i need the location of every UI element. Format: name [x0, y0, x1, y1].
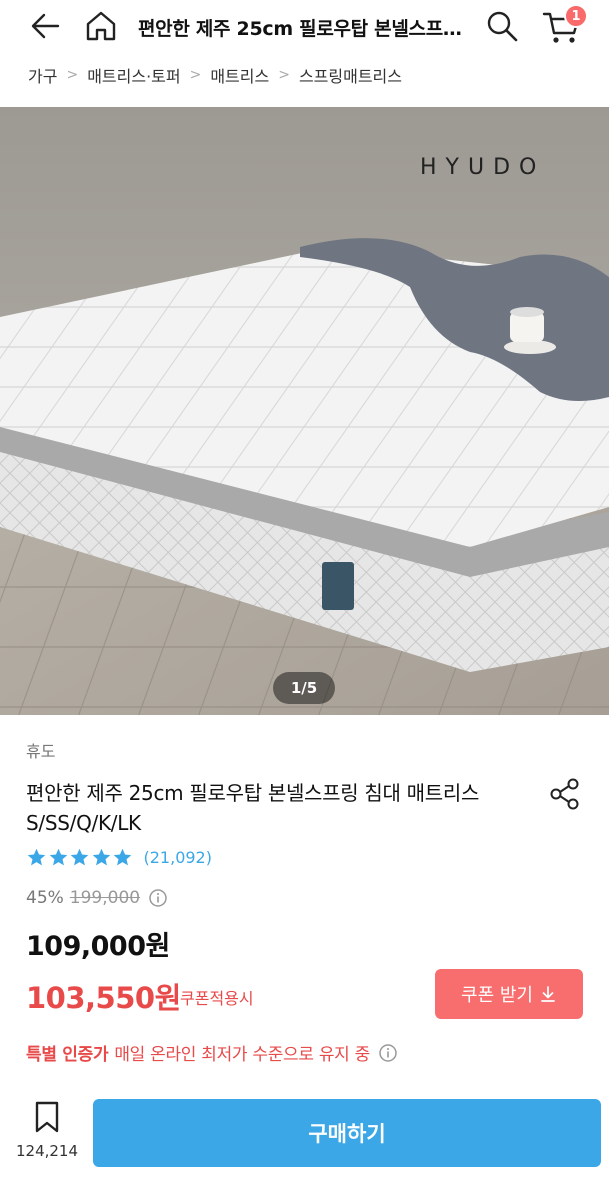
download-icon	[541, 986, 555, 1002]
breadcrumb-item[interactable]: 스프링매트리스	[299, 63, 402, 87]
home-icon	[86, 11, 116, 41]
rating[interactable]: (21,092)	[26, 847, 212, 868]
discount-row: 45% 199,000	[26, 888, 168, 908]
mattress-photo	[0, 107, 609, 715]
certified-price-notice: 특별 인증가 매일 온라인 최저가 수준으로 유지 중	[26, 1040, 398, 1065]
star-icon	[49, 848, 67, 866]
certify-label: 특별 인증가	[26, 1045, 109, 1065]
breadcrumb-item[interactable]: 매트리스·토퍼	[87, 63, 180, 87]
star-icon	[70, 848, 89, 866]
back-button[interactable]	[26, 6, 66, 46]
breadcrumb-item[interactable]: 가구	[28, 63, 57, 87]
share-icon	[550, 778, 579, 810]
chevron-right-icon: >	[189, 67, 202, 83]
chevron-right-icon: >	[278, 67, 290, 83]
brand-watermark: HYUDO	[420, 155, 546, 180]
cart-count-badge: 1	[564, 4, 588, 28]
chevron-right-icon: >	[66, 67, 79, 83]
top-app-bar: 편안한 제주 25cm 필로우탑 본넬스프링 침대 매트리스 S/SS/Q/K/…	[0, 0, 609, 55]
cart-button[interactable]: 1	[538, 4, 588, 48]
star-icon	[92, 848, 110, 866]
discount-rate: 45%	[26, 888, 64, 908]
original-price: 199,000	[69, 888, 141, 908]
coupon-button-label: 쿠폰 받기	[461, 985, 533, 1006]
wishlist-button[interactable]: 124,214	[14, 1100, 80, 1166]
image-pager: 1/5	[273, 672, 335, 704]
star-icon	[113, 848, 132, 866]
info-icon[interactable]	[148, 888, 168, 908]
product-name: 편안한 제주 25cm 필로우탑 본넬스프링 침대 매트리스 S/SS/Q/K/…	[26, 781, 480, 835]
sale-price: 109,000원	[26, 931, 170, 962]
product-image[interactable]: HYUDO	[0, 107, 609, 715]
certify-text: 매일 온라인 최저가 수준으로 유지 중	[114, 1045, 370, 1065]
star-icon	[27, 848, 46, 866]
breadcrumb-item[interactable]: 매트리스	[210, 63, 269, 87]
get-coupon-button[interactable]: 쿠폰 받기	[435, 969, 583, 1019]
arrow-left-icon	[31, 13, 60, 39]
search-button[interactable]	[482, 6, 522, 46]
coupon-price: 103,550원	[26, 981, 181, 1015]
buy-button[interactable]: 구매하기	[93, 1099, 601, 1167]
info-icon[interactable]	[378, 1043, 398, 1063]
coupon-note: 쿠폰적용시	[180, 989, 254, 1008]
breadcrumb: 가구 > 매트리스·토퍼 > 매트리스 > 스프링매트리스	[28, 60, 402, 90]
wishlist-count: 124,214	[15, 1142, 79, 1160]
review-count[interactable]: (21,092)	[144, 848, 212, 867]
share-button[interactable]	[545, 774, 585, 814]
brand-name[interactable]: 휴도	[26, 738, 55, 762]
home-button[interactable]	[80, 6, 122, 46]
bookmark-icon	[35, 1101, 59, 1133]
search-icon	[487, 11, 518, 42]
page-title: 편안한 제주 25cm 필로우탑 본넬스프링 침대 매트리스 S/SS/Q/K/…	[138, 18, 473, 40]
